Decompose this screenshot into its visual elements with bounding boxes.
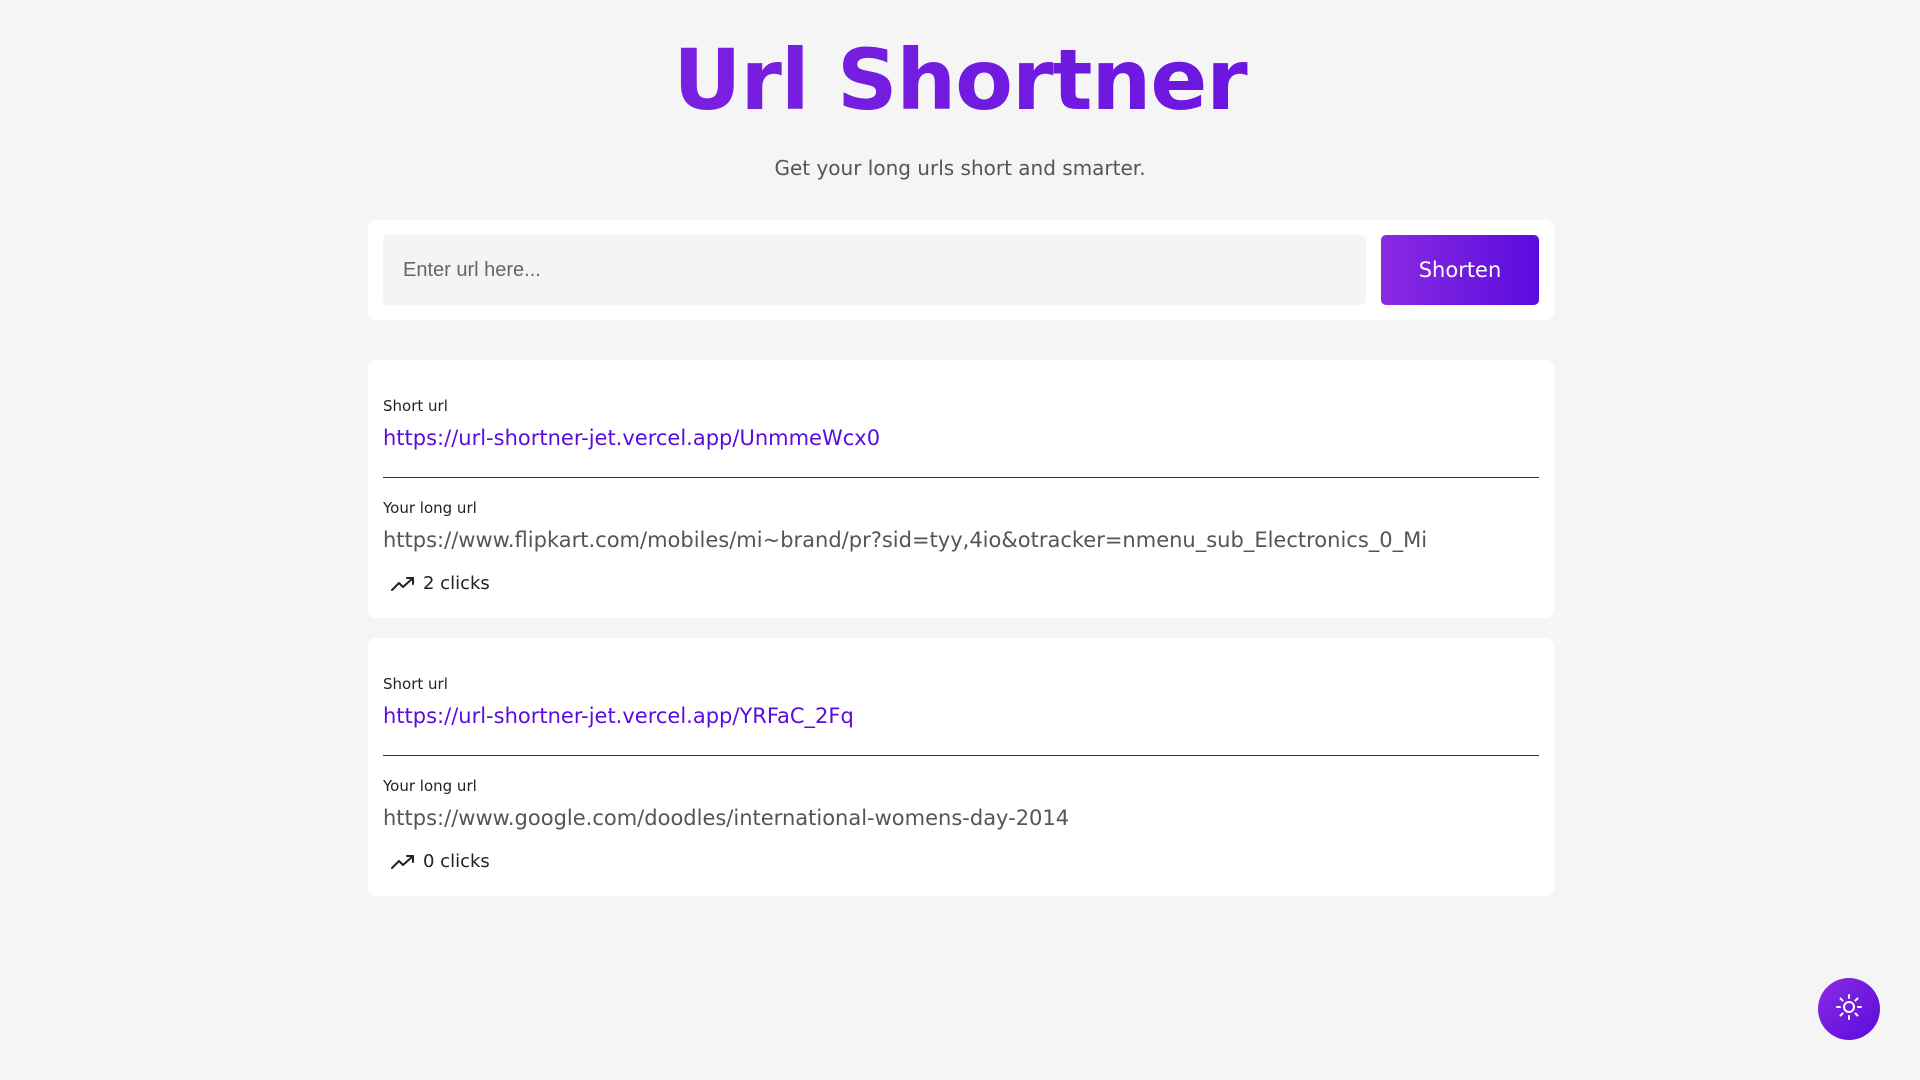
- long-url-text: https://www.google.com/doodles/internati…: [383, 806, 1070, 830]
- theme-toggle-button[interactable]: [1818, 978, 1880, 1040]
- short-url-label: Short url: [383, 675, 448, 693]
- short-url-link[interactable]: https://url-shortner-jet.vercel.app/Unmm…: [383, 423, 1539, 453]
- results-list: Short url https://url-shortner-jet.verce…: [368, 360, 1554, 896]
- clicks-count: 2 clicks: [423, 573, 490, 594]
- trending-up-icon: [391, 576, 415, 592]
- clicks-count: 0 clicks: [423, 851, 490, 872]
- long-url-text: https://www.flipkart.com/mobiles/mi~bran…: [383, 528, 1428, 552]
- result-card: Short url https://url-shortner-jet.verce…: [368, 638, 1554, 896]
- short-url-label: Short url: [383, 397, 448, 415]
- long-url-label: Your long url: [383, 777, 477, 795]
- shorten-button[interactable]: Shorten: [1381, 235, 1539, 305]
- result-card: Short url https://url-shortner-jet.verce…: [368, 360, 1554, 618]
- shorten-form: Shorten: [368, 220, 1554, 320]
- trending-up-icon: [391, 854, 415, 870]
- clicks-stat: 2 clicks: [383, 573, 1539, 594]
- short-url-link[interactable]: https://url-shortner-jet.vercel.app/YRFa…: [383, 701, 1539, 731]
- page: Url Shortner Get your long urls short an…: [0, 0, 1920, 1080]
- page-subtitle: Get your long urls short and smarter.: [774, 156, 1146, 180]
- long-url-label: Your long url: [383, 499, 477, 517]
- clicks-stat: 0 clicks: [383, 851, 1539, 872]
- page-title: Url Shortner: [0, 30, 1920, 130]
- sun-icon: [1835, 993, 1863, 1025]
- divider: [383, 477, 1539, 478]
- url-input[interactable]: [383, 235, 1366, 305]
- header: Url Shortner Get your long urls short an…: [0, 0, 1920, 180]
- divider: [383, 755, 1539, 756]
